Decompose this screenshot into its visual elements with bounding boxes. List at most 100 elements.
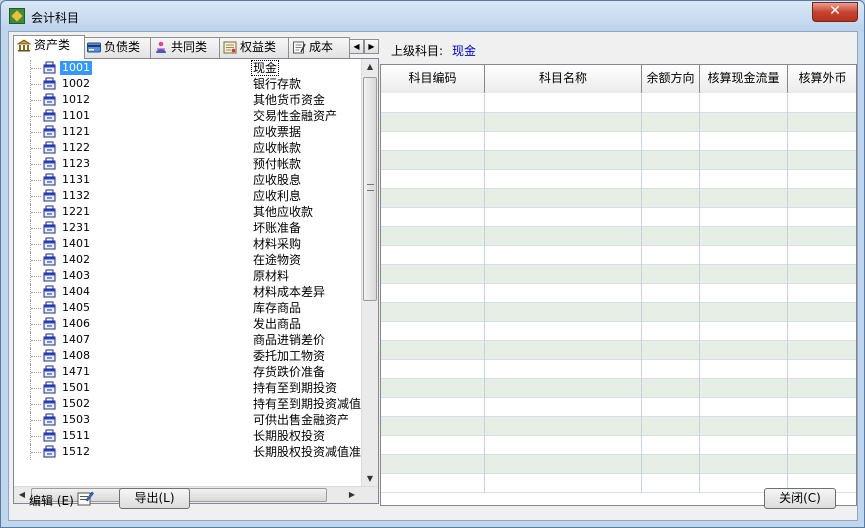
edit-label[interactable]: 编辑 (E) bbox=[29, 492, 74, 509]
table-row[interactable] bbox=[381, 113, 856, 132]
table-cell[interactable] bbox=[700, 113, 788, 132]
scroll-down-arrow[interactable]: ▼ bbox=[362, 471, 378, 487]
table-cell[interactable] bbox=[700, 417, 788, 436]
table-cell[interactable] bbox=[381, 189, 485, 208]
scroll-right-arrow[interactable]: ▶ bbox=[344, 487, 360, 503]
subject-tree[interactable]: 1001 现金 1002 银行存款 1012 其他货币资金 1101 交易性金融资产 1121 应… bbox=[13, 58, 379, 504]
sub-subject-grid[interactable]: 科目编码 科目名称 余额方向 核算现金流量 核算外币 bbox=[380, 64, 857, 506]
table-row[interactable] bbox=[381, 360, 856, 379]
tab-common[interactable]: 共同类 bbox=[150, 37, 220, 58]
table-cell[interactable] bbox=[381, 379, 485, 398]
table-row[interactable] bbox=[381, 94, 856, 113]
table-cell[interactable] bbox=[642, 474, 700, 493]
table-cell[interactable] bbox=[700, 189, 788, 208]
table-cell[interactable] bbox=[381, 246, 485, 265]
table-cell[interactable] bbox=[485, 474, 642, 493]
table-cell[interactable] bbox=[642, 246, 700, 265]
table-cell[interactable] bbox=[788, 246, 856, 265]
table-cell[interactable] bbox=[381, 265, 485, 284]
tree-item[interactable]: 1001 现金 bbox=[14, 60, 361, 76]
table-row[interactable] bbox=[381, 208, 856, 227]
table-cell[interactable] bbox=[485, 113, 642, 132]
table-cell[interactable] bbox=[700, 322, 788, 341]
table-cell[interactable] bbox=[485, 246, 642, 265]
table-cell[interactable] bbox=[788, 94, 856, 113]
table-cell[interactable] bbox=[700, 151, 788, 170]
table-cell[interactable] bbox=[700, 455, 788, 474]
tree-item[interactable]: 1101 交易性金融资产 bbox=[14, 108, 361, 124]
table-cell[interactable] bbox=[788, 341, 856, 360]
table-row[interactable] bbox=[381, 417, 856, 436]
table-cell[interactable] bbox=[700, 360, 788, 379]
table-row[interactable] bbox=[381, 246, 856, 265]
table-cell[interactable] bbox=[381, 227, 485, 246]
tab-scroll-right-button[interactable]: ▶ bbox=[364, 39, 379, 54]
table-cell[interactable] bbox=[788, 360, 856, 379]
table-cell[interactable] bbox=[642, 94, 700, 113]
tree-item[interactable]: 1512 长期股权投资减值准 bbox=[14, 444, 361, 460]
tab-assets[interactable]: 资产类 bbox=[13, 35, 85, 59]
window-close-button[interactable]: ✕ bbox=[812, 2, 858, 22]
tree-item[interactable]: 1403 原材料 bbox=[14, 268, 361, 284]
export-button[interactable]: 导出(L) bbox=[119, 488, 190, 509]
tree-item[interactable]: 1502 持有至到期投资减值 bbox=[14, 396, 361, 412]
tree-item[interactable]: 1404 材料成本差异 bbox=[14, 284, 361, 300]
tree-item[interactable]: 1408 委托加工物资 bbox=[14, 348, 361, 364]
title-bar[interactable]: 会计科目 ✕ bbox=[1, 1, 864, 31]
table-cell[interactable] bbox=[381, 94, 485, 113]
tab-cost[interactable]: 成本 bbox=[288, 37, 350, 58]
table-cell[interactable] bbox=[381, 360, 485, 379]
table-cell[interactable] bbox=[381, 474, 485, 493]
table-cell[interactable] bbox=[788, 303, 856, 322]
table-cell[interactable] bbox=[381, 303, 485, 322]
table-cell[interactable] bbox=[788, 227, 856, 246]
tree-item[interactable]: 1132 应收利息 bbox=[14, 188, 361, 204]
table-cell[interactable] bbox=[788, 113, 856, 132]
tree-item[interactable]: 1002 银行存款 bbox=[14, 76, 361, 92]
table-row[interactable] bbox=[381, 379, 856, 398]
tab-equity[interactable]: 权益类 bbox=[219, 37, 289, 58]
table-cell[interactable] bbox=[381, 208, 485, 227]
table-cell[interactable] bbox=[700, 284, 788, 303]
tree-item[interactable]: 1122 应收帐款 bbox=[14, 140, 361, 156]
table-cell[interactable] bbox=[381, 113, 485, 132]
table-cell[interactable] bbox=[642, 284, 700, 303]
table-cell[interactable] bbox=[485, 436, 642, 455]
table-cell[interactable] bbox=[381, 341, 485, 360]
table-cell[interactable] bbox=[485, 265, 642, 284]
table-cell[interactable] bbox=[485, 455, 642, 474]
table-cell[interactable] bbox=[788, 132, 856, 151]
tree-item[interactable]: 1123 预付帐款 bbox=[14, 156, 361, 172]
tree-item[interactable]: 1221 其他应收款 bbox=[14, 204, 361, 220]
table-cell[interactable] bbox=[485, 379, 642, 398]
tree-item[interactable]: 1503 可供出售金融资产 bbox=[14, 412, 361, 428]
close-button[interactable]: 关闭(C) bbox=[764, 488, 836, 509]
table-cell[interactable] bbox=[788, 189, 856, 208]
table-cell[interactable] bbox=[700, 379, 788, 398]
table-cell[interactable] bbox=[485, 170, 642, 189]
table-row[interactable] bbox=[381, 303, 856, 322]
tree-item[interactable]: 1231 坏账准备 bbox=[14, 220, 361, 236]
table-row[interactable] bbox=[381, 455, 856, 474]
table-cell[interactable] bbox=[485, 189, 642, 208]
tab-liabilities[interactable]: 负债类 bbox=[83, 37, 151, 58]
table-cell[interactable] bbox=[485, 94, 642, 113]
table-cell[interactable] bbox=[485, 284, 642, 303]
table-cell[interactable] bbox=[642, 208, 700, 227]
table-row[interactable] bbox=[381, 227, 856, 246]
tree-item[interactable]: 1405 库存商品 bbox=[14, 300, 361, 316]
column-header[interactable]: 科目编码 bbox=[381, 65, 485, 93]
table-cell[interactable] bbox=[381, 132, 485, 151]
table-row[interactable] bbox=[381, 398, 856, 417]
column-header[interactable]: 核算外币 bbox=[788, 65, 856, 93]
table-cell[interactable] bbox=[485, 341, 642, 360]
table-cell[interactable] bbox=[700, 246, 788, 265]
table-cell[interactable] bbox=[788, 170, 856, 189]
table-cell[interactable] bbox=[700, 94, 788, 113]
scroll-thumb[interactable] bbox=[363, 77, 377, 301]
tree-item[interactable]: 1012 其他货币资金 bbox=[14, 92, 361, 108]
table-cell[interactable] bbox=[700, 303, 788, 322]
table-cell[interactable] bbox=[642, 322, 700, 341]
table-cell[interactable] bbox=[485, 303, 642, 322]
table-cell[interactable] bbox=[642, 227, 700, 246]
